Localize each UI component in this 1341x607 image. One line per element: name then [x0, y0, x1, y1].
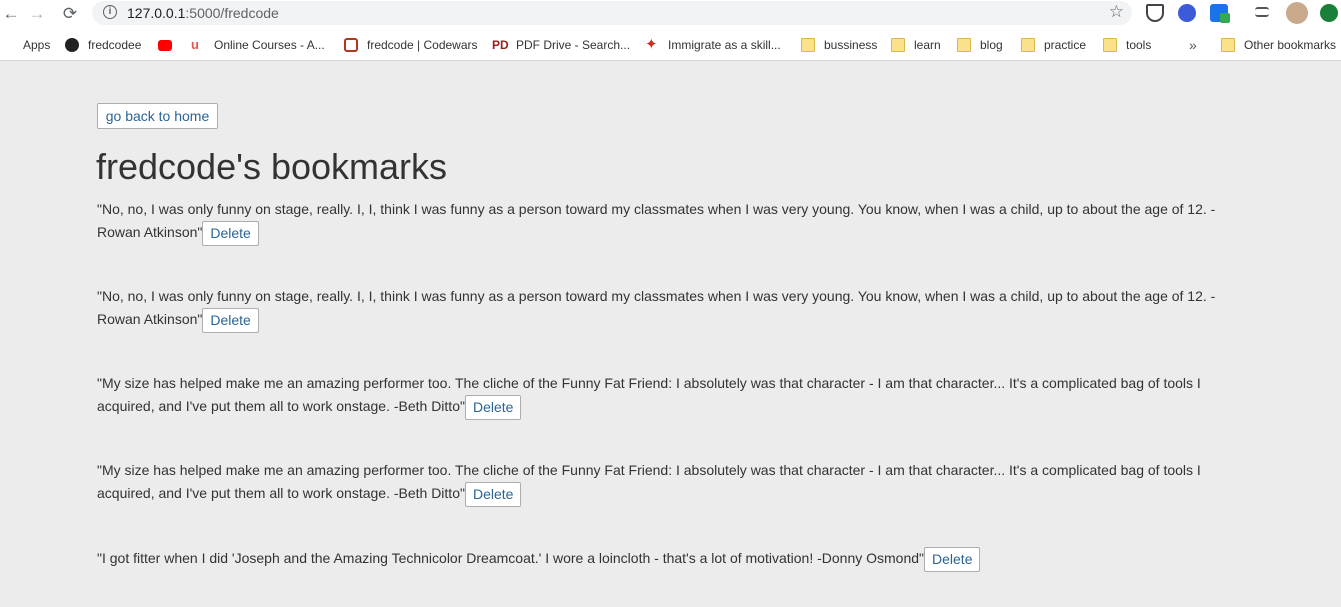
- youtube-icon: [158, 39, 172, 51]
- extension-badge-icon: [1220, 13, 1230, 23]
- go-back-home-button[interactable]: go back to home: [97, 103, 218, 129]
- bookmark-item: "My size has helped make me an amazing p…: [97, 372, 1237, 420]
- folder-icon: [1021, 38, 1035, 52]
- bookmark-label: blog: [980, 38, 1003, 52]
- delete-button[interactable]: Delete: [924, 547, 981, 572]
- url-host: 127.0.0.1: [127, 5, 186, 21]
- extension-shield-icon[interactable]: [1146, 4, 1164, 22]
- page-title: fredcode's bookmarks: [96, 146, 448, 187]
- bookmark-pdf-drive[interactable]: PD PDF Drive - Search...: [492, 36, 630, 54]
- address-url[interactable]: 127.0.0.1:5000/fredcode: [127, 5, 279, 21]
- bookmark-item: "No, no, I was only funny on stage, real…: [97, 198, 1237, 246]
- delete-button[interactable]: Delete: [464, 482, 522, 507]
- delete-button[interactable]: Delete: [202, 221, 259, 246]
- bookmark-folder-other[interactable]: Other bookmarks: [1221, 36, 1336, 54]
- github-icon: [65, 38, 79, 52]
- bookmark-label: Online Courses - A...: [214, 38, 325, 52]
- bookmark-star-icon[interactable]: ☆: [1109, 2, 1124, 22]
- url-path: :5000/fredcode: [185, 5, 279, 21]
- bookmark-label: fredcode | Codewars: [367, 38, 478, 52]
- folder-icon: [1221, 38, 1235, 52]
- forward-icon[interactable]: →: [26, 3, 48, 25]
- bookmark-label: fredcodee: [88, 38, 142, 52]
- bookmark-folder-bussiness[interactable]: bussiness: [801, 36, 877, 54]
- bookmark-label: Immigrate as a skill...: [668, 38, 781, 52]
- quote-text: "I got fitter when I did 'Joseph and the…: [97, 550, 925, 567]
- bookmark-folder-learn[interactable]: learn: [891, 36, 941, 54]
- bookmark-label: Apps: [23, 38, 51, 52]
- bookmark-item: "No, no, I was only funny on stage, real…: [97, 285, 1237, 333]
- bookmark-fredcodee[interactable]: fredcodee: [65, 36, 141, 54]
- canada-maple-icon: ✦: [645, 36, 658, 53]
- udemy-icon: u: [191, 37, 199, 52]
- bookmark-item: "I got fitter when I did 'Joseph and the…: [97, 547, 1237, 572]
- folder-icon: [801, 38, 815, 52]
- reload-icon[interactable]: ⟳: [59, 3, 81, 25]
- browser-toolbar: ← → ⟳ i 127.0.0.1:5000/fredcode ☆: [0, 0, 1341, 29]
- bookmark-youtube[interactable]: [158, 36, 181, 54]
- folder-icon: [1103, 38, 1117, 52]
- bookmark-label: Other bookmarks: [1244, 38, 1337, 52]
- bookmark-folder-tools[interactable]: tools: [1103, 36, 1151, 54]
- media-queue-icon[interactable]: [1255, 7, 1269, 17]
- address-bar[interactable]: i 127.0.0.1:5000/fredcode ☆: [92, 1, 1132, 25]
- quote-text: "No, no, I was only funny on stage, real…: [97, 201, 1216, 241]
- bookmark-folder-practice[interactable]: practice: [1021, 36, 1086, 54]
- bookmark-label: PDF Drive - Search...: [516, 38, 631, 52]
- quote-text: "My size has helped make me an amazing p…: [97, 375, 1201, 415]
- bookmark-label: tools: [1126, 38, 1152, 52]
- bookmark-label: practice: [1044, 38, 1087, 52]
- delete-button[interactable]: Delete: [202, 308, 259, 333]
- bookmark-label: bussiness: [824, 38, 878, 52]
- quote-text: "No, no, I was only funny on stage, real…: [97, 288, 1216, 328]
- extension-rocket-icon[interactable]: [1178, 4, 1196, 22]
- bookmark-online-courses[interactable]: u Online Courses - A...: [191, 36, 325, 54]
- bookmark-apps[interactable]: Apps: [0, 36, 50, 54]
- back-icon[interactable]: ←: [0, 3, 22, 25]
- apps-grid-icon: [0, 38, 14, 52]
- bookmark-immigrate[interactable]: ✦ Immigrate as a skill...: [645, 36, 781, 54]
- quote-text: "My size has helped make me an amazing p…: [97, 462, 1201, 502]
- bookmark-folder-blog[interactable]: blog: [957, 36, 1003, 54]
- pdfdrive-icon: PD: [492, 38, 509, 52]
- bookmark-label: learn: [914, 38, 941, 52]
- bookmarks-bar: Apps fredcodee u Online Courses - A... f…: [0, 29, 1341, 61]
- folder-icon: [891, 38, 905, 52]
- folder-icon: [957, 38, 971, 52]
- bookmark-codewars[interactable]: fredcode | Codewars: [344, 36, 478, 54]
- update-icon[interactable]: [1320, 4, 1338, 22]
- delete-button[interactable]: Delete: [464, 395, 522, 420]
- codewars-icon: [344, 38, 358, 52]
- site-info-icon[interactable]: i: [103, 5, 117, 19]
- profile-avatar[interactable]: [1286, 2, 1308, 24]
- more-bookmarks-chevron-icon[interactable]: »: [1189, 36, 1197, 54]
- bookmark-item: "My size has helped make me an amazing p…: [97, 459, 1237, 507]
